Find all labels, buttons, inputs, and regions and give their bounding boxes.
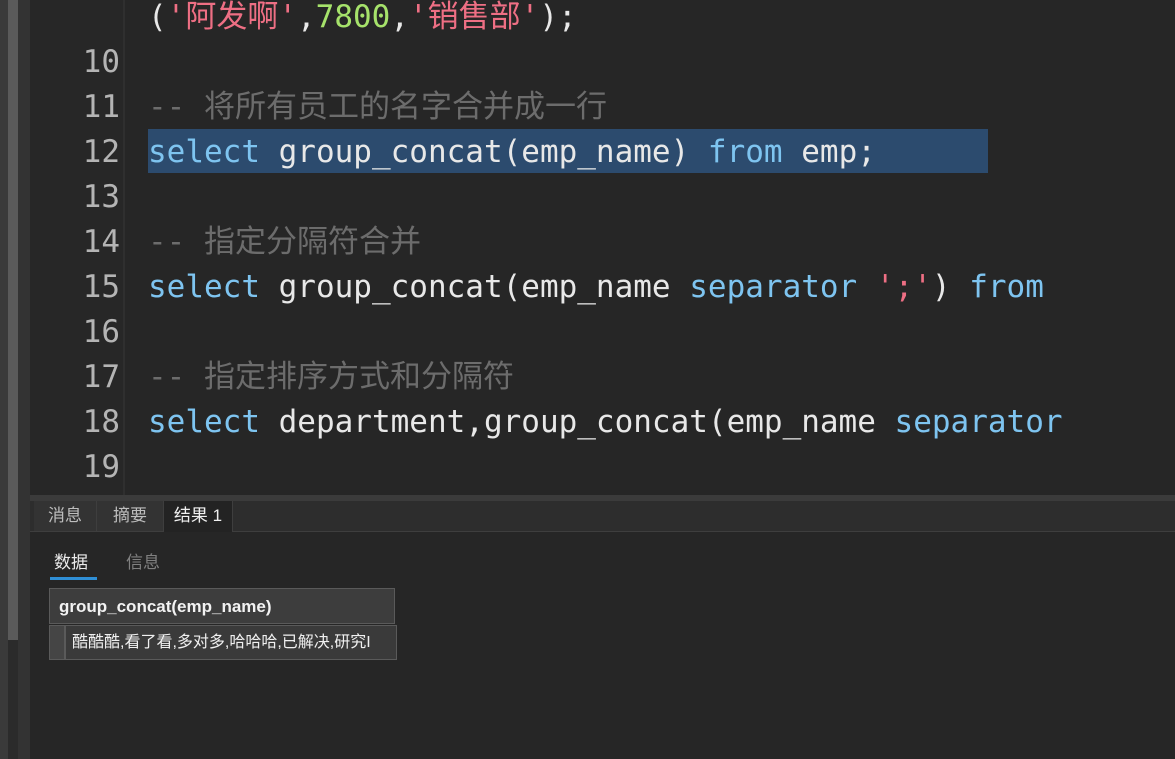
table-cell[interactable]: 酷酷酷,看了看,多对多,哈哈哈,已解决,研究I [65,625,397,660]
tab-summary[interactable]: 摘要 [97,501,164,531]
line-number: 18 [82,404,120,440]
code-token: from [707,134,783,170]
code-token: 7800 [315,0,391,35]
code-line-14[interactable]: -- 指定分隔符合并 [148,220,421,265]
code-line-9[interactable]: ('阿发啊',7800,'销售部'); [148,0,577,40]
code-token: '阿发啊' [166,0,297,35]
line-number: 17 [82,359,120,395]
code-token: select [148,134,260,170]
code-token: select [148,404,260,440]
code-token: ( [148,0,167,35]
code-token: , [297,0,316,35]
code-line-18[interactable]: select department,group_concat(emp_name … [148,400,1063,445]
results-tab-bar: 消息 摘要 结果 1 [30,501,1175,532]
code-token: ';' [875,269,932,305]
line-number: 10 [82,44,120,80]
column-header[interactable]: group_concat(emp_name) [49,588,395,624]
code-line-12[interactable]: select group_concat(emp_name) from emp; [148,130,876,175]
result-subtabs: 数据 信息 [30,532,1175,582]
row-selector[interactable] [49,625,65,660]
code-token: department,group_concat(emp_name [259,404,895,440]
code-token: select [148,269,260,305]
line-number: 16 [82,314,120,350]
tab-result-1[interactable]: 结果 1 [163,501,233,532]
code-token: emp; [782,134,876,170]
code-token: , [390,0,409,35]
code-line-11[interactable]: -- 将所有员工的名字合并成一行 [148,85,607,130]
left-scrollbar[interactable] [8,0,18,640]
code-token: from [969,269,1044,305]
active-subtab-indicator [50,577,97,580]
code-token: ) [931,269,970,305]
window-left-border [0,0,8,759]
code-token: separator [894,404,1063,440]
line-number: 12 [82,134,120,170]
line-number: 13 [82,179,120,215]
code-line-17[interactable]: -- 指定排序方式和分隔符 [148,355,514,400]
line-number: 15 [82,269,120,305]
code-token: group_concat(emp_name) [259,134,708,170]
code-line-15[interactable]: select group_concat(emp_name separator '… [148,265,1044,310]
code-token: group_concat(emp_name [259,269,690,305]
sql-editor[interactable]: 10 11 12 13 14 15 16 17 18 19 ('阿发啊',780… [30,0,1175,495]
results-pane: 消息 摘要 结果 1 数据 信息 group_concat(emp_name) … [30,501,1175,759]
left-gap [18,0,30,759]
table-row[interactable]: 酷酷酷,看了看,多对多,哈哈哈,已解决,研究I [49,625,397,660]
code-token: '销售部' [409,0,540,35]
tab-messages[interactable]: 消息 [34,501,97,531]
line-number: 19 [82,449,120,485]
gutter-divider [123,0,125,495]
subtab-info[interactable]: 信息 [126,548,160,573]
line-number: 11 [82,89,120,125]
subtab-data[interactable]: 数据 [54,548,88,573]
line-number: 14 [82,224,120,260]
code-token: separator [689,269,858,305]
code-token: ); [539,0,577,35]
